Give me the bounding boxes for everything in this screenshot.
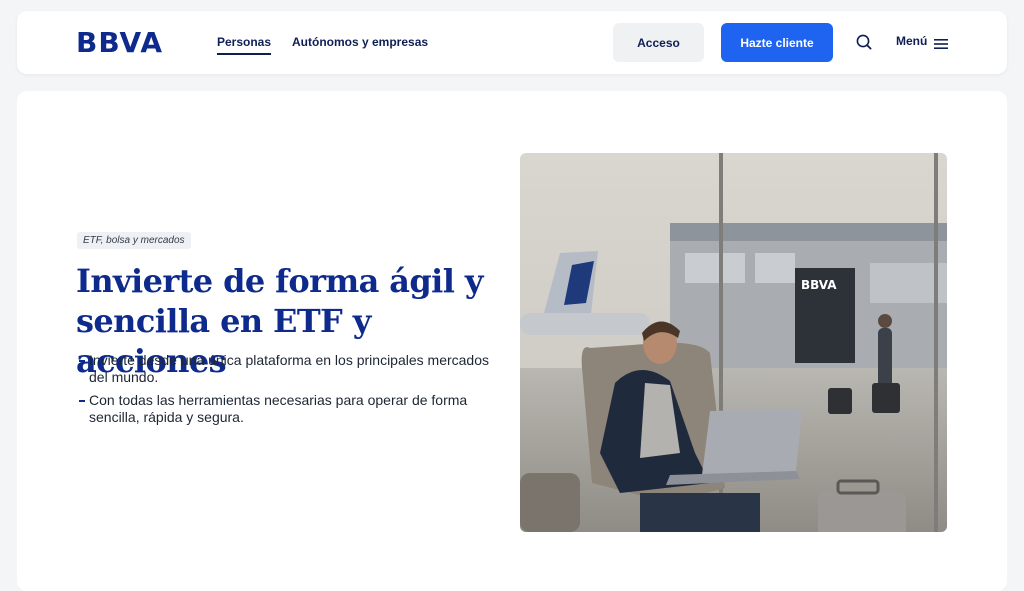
hazte-cliente-button[interactable]: Hazte cliente (721, 23, 833, 62)
search-icon[interactable] (855, 33, 873, 51)
site-header: BBVA Personas Autónomos y empresas Acces… (17, 11, 1007, 74)
menu-button[interactable]: Menú (896, 34, 949, 49)
bbva-logo[interactable]: BBVA (76, 29, 163, 57)
feature-list: Invierte desde una única plataforma en l… (79, 352, 499, 432)
category-tag: ETF, bolsa y mercados (77, 232, 191, 249)
hero-sign-text: BBVA (801, 278, 837, 292)
feature-text: Con todas las herramientas necesarias pa… (89, 392, 468, 425)
acceso-button[interactable]: Acceso (613, 23, 704, 62)
bullet-dash-icon (79, 360, 85, 362)
nav-autonomos-y-empresas[interactable]: Autónomos y empresas (292, 35, 428, 49)
list-item: Invierte desde una única plataforma en l… (79, 352, 499, 386)
list-item: Con todas las herramientas necesarias pa… (79, 392, 499, 426)
menu-label: Menú (896, 34, 928, 48)
hamburger-icon (934, 36, 949, 49)
nav-personas[interactable]: Personas (217, 35, 272, 55)
hero-card: ETF, bolsa y mercados Invierte de forma … (17, 91, 1007, 591)
feature-text: Invierte desde una única plataforma en l… (89, 352, 490, 385)
bullet-dash-icon (79, 400, 85, 402)
hero-image: BBVA (520, 153, 947, 532)
